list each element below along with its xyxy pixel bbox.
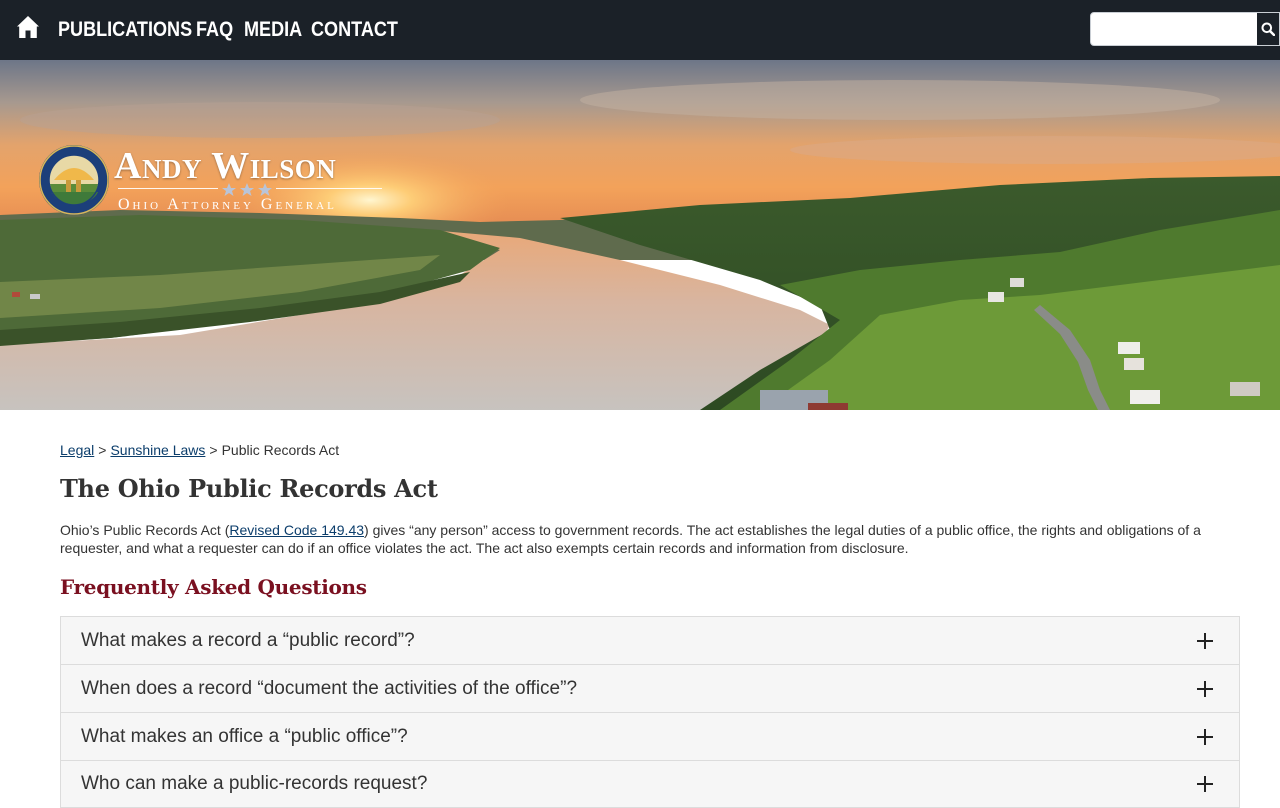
page-title: The Ohio Public Records Act [60, 474, 438, 503]
main-nav: PUBLICATIONS FAQ MEDIA CONTACT [58, 0, 399, 60]
hero-banner: Andy Wilson Ohio Attorney General [0, 60, 1280, 410]
faq-accordion: What makes a record a “public record”? W… [60, 616, 1240, 808]
search-input[interactable] [1090, 12, 1258, 46]
brand-divider-left [118, 188, 218, 189]
faq-question: What makes a record a “public record”? [81, 629, 415, 651]
ohio-attorney-general-seal-icon [39, 145, 109, 215]
nav-faq-link[interactable]: FAQ [196, 18, 239, 42]
breadcrumb: Legal > Sunshine Laws > Public Records Act [60, 440, 1240, 460]
faq-question: When does a record “document the activit… [81, 677, 578, 699]
faq-item[interactable]: When does a record “document the activit… [60, 664, 1240, 712]
faq-item[interactable]: What makes a record a “public record”? [60, 616, 1240, 664]
breadcrumb-separator: > [209, 442, 218, 458]
plus-icon[interactable] [1197, 728, 1213, 745]
home-icon[interactable] [16, 15, 40, 39]
plus-icon[interactable] [1197, 680, 1213, 697]
faq-heading: Frequently Asked Questions [60, 575, 367, 599]
breadcrumb-link-sunshine-laws[interactable]: Sunshine Laws [110, 442, 205, 458]
brand-divider-right [276, 188, 382, 189]
search-button[interactable] [1257, 12, 1280, 46]
breadcrumb-link-legal[interactable]: Legal [60, 442, 94, 458]
stars-icon [222, 183, 272, 196]
nav-contact-link[interactable]: CONTACT [311, 18, 398, 42]
revised-code-link[interactable]: Revised Code 149.43 [229, 522, 364, 538]
faq-question: Who can make a public-records request? [81, 773, 428, 794]
plus-icon[interactable] [1197, 776, 1213, 792]
brand-subtitle: Ohio Attorney General [118, 196, 337, 213]
nav-publications-link[interactable]: PUBLICATIONS [58, 18, 192, 42]
breadcrumb-separator: > [98, 442, 107, 458]
search-icon [1261, 22, 1275, 36]
plus-icon[interactable] [1197, 632, 1213, 649]
breadcrumb-current: Public Records Act [221, 442, 340, 458]
nav-media-link[interactable]: MEDIA [244, 18, 303, 42]
faq-item[interactable]: Who can make a public-records request? [60, 760, 1240, 808]
intro-text-start: Ohio’s Public Records Act ( [60, 522, 230, 538]
faq-question: What makes an office a “public office”? [81, 725, 408, 747]
river-sunset-image [0, 60, 1280, 410]
intro-paragraph: Ohio’s Public Records Act (Revised Code … [60, 521, 1240, 557]
main-content: Legal > Sunshine Laws > Public Records Act T… [60, 440, 1240, 600]
top-nav-bar: PUBLICATIONS FAQ MEDIA CONTACT [0, 0, 1280, 60]
faq-item[interactable]: What makes an office a “public office”? [60, 712, 1240, 760]
